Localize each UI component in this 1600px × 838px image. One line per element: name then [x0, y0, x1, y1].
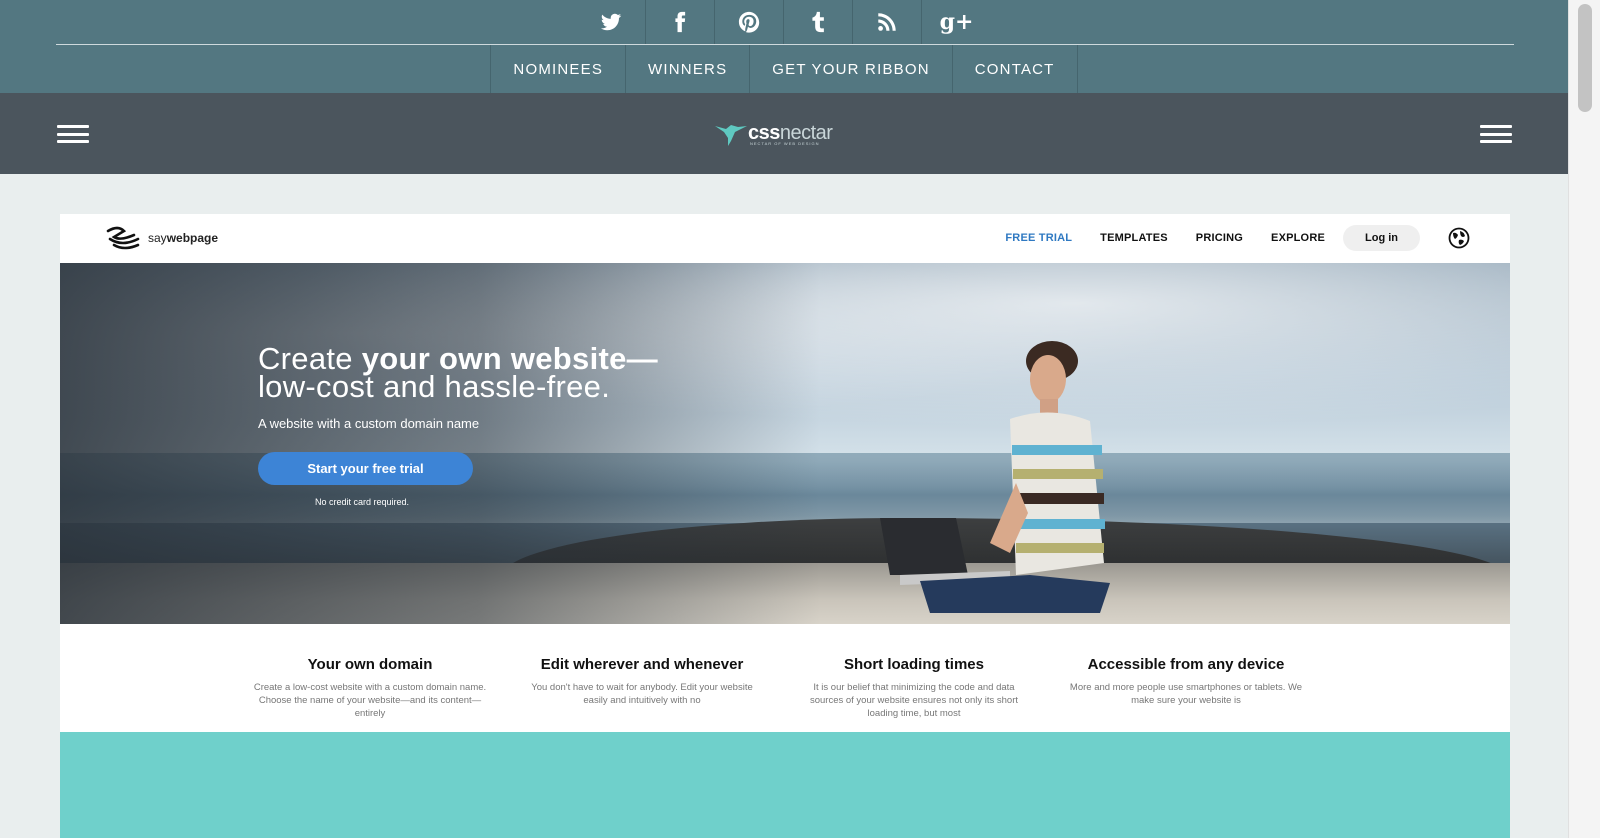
feature-text: Create a low-cost website with a custom … — [253, 682, 487, 719]
nav-item-winners[interactable]: WINNERS — [625, 45, 749, 93]
top-bar: g+ NOMINEES WINNERS GET YOUR RIBBON CONT… — [0, 0, 1568, 93]
nav-item-get-your-ribbon[interactable]: GET YOUR RIBBON — [749, 45, 951, 93]
hero-banner: Create your own website— low-cost and ha… — [60, 263, 1510, 624]
hero-title: Create your own website— low-cost and ha… — [258, 341, 658, 404]
twitter-icon — [600, 13, 622, 31]
pinterest-icon — [738, 11, 760, 33]
site-header: cssnectar NECTAR OF WEB DESIGN — [0, 93, 1568, 174]
hero-subtitle: A website with a custom domain name — [258, 416, 480, 431]
site-link-explore[interactable]: EXPLORE — [1271, 232, 1325, 244]
rss-icon — [878, 13, 896, 31]
google-plus-icon: g+ — [939, 9, 974, 35]
tumblr-link[interactable] — [784, 0, 853, 44]
menu-left-icon[interactable] — [57, 125, 89, 143]
logo-tagline: NECTAR OF WEB DESIGN — [750, 141, 820, 146]
feature-title: Your own domain — [307, 656, 433, 673]
login-button[interactable]: Log in — [1343, 225, 1420, 251]
globe-icon[interactable] — [1448, 227, 1470, 249]
scrollbar-thumb[interactable] — [1578, 4, 1592, 112]
saywebpage-logo[interactable]: saywebpage — [104, 225, 218, 251]
saywebpage-logo-icon — [106, 226, 140, 250]
main-nav: NOMINEES WINNERS GET YOUR RIBBON CONTACT — [0, 45, 1568, 93]
feature-title: Edit wherever and whenever — [540, 656, 744, 673]
feature-text: More and more people use smartphones or … — [1069, 682, 1303, 706]
featured-site-screenshot[interactable]: saywebpage FREE TRIAL TEMPLATES PRICING … — [60, 214, 1510, 838]
cssnectar-logo[interactable]: cssnectar NECTAR OF WEB DESIGN — [714, 117, 856, 149]
teal-panel — [60, 732, 1510, 838]
google-plus-link[interactable]: g+ — [922, 0, 991, 44]
hero-person-image — [880, 341, 1110, 613]
site-logo-name: webpage — [166, 231, 219, 245]
feature-text: You don't have to wait for anybody. Edit… — [531, 682, 753, 706]
nav-item-contact[interactable]: CONTACT — [951, 45, 1078, 93]
feature-own-domain: Your own domain Create a low-cost websit… — [252, 657, 488, 720]
tumblr-icon — [812, 11, 824, 33]
site-logo-prefix: say — [148, 231, 167, 245]
scrollbar[interactable] — [1568, 0, 1600, 838]
feature-title: Short loading times — [843, 656, 984, 673]
twitter-link[interactable] — [577, 0, 646, 44]
site-links: FREE TRIAL TEMPLATES PRICING EXPLORE Log… — [977, 224, 1470, 252]
feature-text: It is our belief that minimizing the cod… — [809, 682, 1019, 719]
menu-right-icon[interactable] — [1480, 125, 1512, 143]
site-link-templates[interactable]: TEMPLATES — [1100, 232, 1168, 244]
social-links: g+ — [0, 0, 1568, 44]
facebook-icon — [675, 11, 686, 33]
rss-link[interactable] — [853, 0, 922, 44]
no-credit-card-note: No credit card required. — [314, 497, 410, 507]
hummingbird-icon — [715, 125, 747, 146]
site-link-free-trial[interactable]: FREE TRIAL — [1005, 232, 1072, 244]
start-free-trial-button[interactable]: Start your free trial — [258, 452, 473, 485]
feature-title: Accessible from any device — [1087, 656, 1285, 673]
features-section: Your own domain Create a low-cost websit… — [60, 624, 1510, 732]
nav-item-nominees[interactable]: NOMINEES — [490, 45, 625, 93]
feature-edit-anywhere: Edit wherever and whenever You don't hav… — [524, 657, 760, 720]
site-link-pricing[interactable]: PRICING — [1196, 232, 1243, 244]
site-nav: saywebpage FREE TRIAL TEMPLATES PRICING … — [60, 214, 1510, 263]
feature-short-loading: Short loading times It is our belief tha… — [796, 657, 1032, 720]
facebook-link[interactable] — [646, 0, 715, 44]
feature-any-device: Accessible from any device More and more… — [1068, 657, 1304, 720]
pinterest-link[interactable] — [715, 0, 784, 44]
